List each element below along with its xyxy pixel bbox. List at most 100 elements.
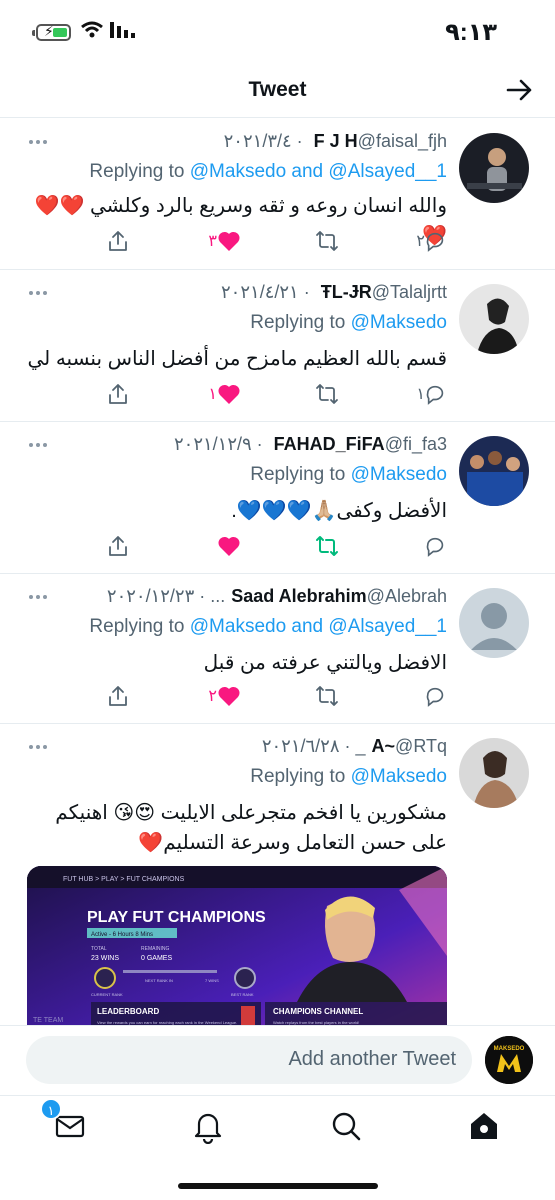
battery-icon: ⚡: [32, 23, 71, 41]
share-button[interactable]: [107, 682, 129, 710]
reply-icon: [426, 687, 444, 707]
display-name[interactable]: A~: [372, 736, 396, 756]
mention-link[interactable]: @Maksedo and @Alsayed__1: [190, 161, 447, 182]
tweet-media-image[interactable]: FUT HUB > PLAY > FUT CHAMPIONS PLAY FUT …: [27, 866, 447, 1025]
retweet-button[interactable]: [315, 227, 339, 255]
avatar[interactable]: [459, 588, 529, 658]
reply-button[interactable]: ٢: [410, 227, 447, 255]
media-team: TE TEAM: [33, 1017, 63, 1024]
tweet-reply[interactable]: A~@RTq_ · ٢٠٢١/٦/٢٨ Replying to @Maksedo…: [0, 724, 555, 1025]
reply-input[interactable]: Add another Tweet: [26, 1036, 472, 1084]
media-best-rank: BEST RANK: [231, 992, 254, 997]
tab-home[interactable]: [466, 1108, 502, 1144]
tweet-actions: [96, 532, 447, 560]
mention-link[interactable]: @Maksedo: [351, 464, 447, 485]
back-arrow-icon[interactable]: [505, 76, 533, 104]
search-icon: [332, 1112, 361, 1141]
display-name[interactable]: Saad Alebrahim: [231, 586, 366, 606]
heart-icon: [218, 384, 240, 404]
more-options-icon[interactable]: [28, 744, 48, 750]
retweet-icon: [316, 536, 338, 556]
tweet-meta: ŦL-ɈR@Talaljrtt · ٢٠٢١/٤/٢١: [221, 282, 447, 302]
mention-link[interactable]: @Maksedo: [351, 766, 447, 787]
replying-label: Replying to: [250, 312, 351, 333]
own-avatar[interactable]: MAKSEDO: [485, 1036, 533, 1084]
tweet-reply[interactable]: F J H@faisal_fjh · ٢٠٢١/٣/٤ Replying to …: [0, 119, 555, 270]
tweet-meta: Saad Alebrahim@Alebrah... · ٢٠٢٠/١٢/٢٣: [106, 586, 447, 606]
display-name[interactable]: F J H: [314, 131, 358, 151]
more-options-icon[interactable]: [28, 442, 48, 448]
share-button[interactable]: [107, 227, 129, 255]
handle[interactable]: @Talaljrtt: [372, 282, 447, 302]
media-remaining-value: 0 GAMES: [141, 955, 172, 962]
display-name[interactable]: ŦL-ɈR: [321, 282, 372, 302]
avatar[interactable]: [459, 738, 529, 808]
like-button[interactable]: ٢: [202, 682, 241, 710]
display-name[interactable]: FAHAD_FiFA: [274, 434, 385, 454]
tweet-text: مشكورين يا افخم متجرعلى الايليت 😍😘 اهنيك…: [55, 802, 447, 854]
home-icon: [471, 1113, 497, 1139]
tweet-reply[interactable]: FAHAD_FiFA@fi_fa3 · ٢٠٢١/١٢/٩ Replying t…: [0, 422, 555, 574]
home-indicator: [178, 1183, 378, 1189]
tweet-text: الافضل ويالتني عرفته من قبل: [203, 652, 447, 674]
tab-search[interactable]: [328, 1108, 364, 1144]
share-icon: [109, 231, 127, 251]
compose-bar: Add another Tweet MAKSEDO: [0, 1025, 555, 1095]
reply-button[interactable]: ١: [410, 380, 447, 408]
avatar[interactable]: [459, 436, 529, 506]
avatar[interactable]: [459, 133, 529, 203]
reply-button[interactable]: [419, 682, 447, 710]
share-button[interactable]: [107, 532, 129, 560]
avatar[interactable]: [459, 284, 529, 354]
replying-label: Replying to: [250, 766, 351, 787]
retweet-button[interactable]: [315, 532, 339, 560]
retweet-icon: [316, 231, 338, 251]
reply-icon: [426, 385, 444, 405]
media-current-rank: CURRENT RANK: [91, 992, 123, 997]
tweet-date: ٢٠٢١/٦/٢٨: [261, 736, 340, 756]
tweet-date: ٢٠٢١/١٢/٩: [173, 434, 252, 454]
like-count: ٣: [208, 233, 217, 250]
tweet-reply[interactable]: ŦL-ɈR@Talaljrtt · ٢٠٢١/٤/٢١ Replying to …: [0, 270, 555, 422]
like-button[interactable]: ١: [202, 380, 241, 408]
handle[interactable]: @faisal_fjh: [358, 131, 447, 151]
heart-icon: [218, 686, 240, 706]
retweet-icon: [316, 384, 338, 404]
tweet-actions: ٢ ٣: [96, 227, 447, 255]
tweet-meta: A~@RTq_ · ٢٠٢١/٦/٢٨: [261, 736, 447, 756]
replying-to: Replying to @Maksedo: [250, 464, 447, 486]
tab-notifications[interactable]: [190, 1108, 226, 1145]
media-wins-needed: 7 WINS: [205, 978, 219, 983]
handle[interactable]: @fi_fa3: [385, 434, 447, 454]
more-options-icon[interactable]: [28, 139, 48, 145]
more-options-icon[interactable]: [28, 290, 48, 296]
replying-to: Replying to @Maksedo and @Alsayed__1: [89, 616, 447, 638]
replying-label: Replying to: [89, 616, 190, 637]
media-breadcrumb: FUT HUB > PLAY > FUT CHAMPIONS: [63, 876, 185, 883]
tweet-date: ٢٠٢١/٤/٢١: [221, 282, 299, 302]
mention-link[interactable]: @Maksedo and @Alsayed__1: [190, 616, 447, 637]
like-button[interactable]: ٣: [202, 227, 241, 255]
tweet-actions: ١ ١: [96, 380, 447, 408]
status-bar: ⚡ ٩:١٣: [0, 0, 555, 60]
wifi-icon: [81, 21, 103, 38]
page-title: Tweet: [248, 78, 307, 101]
bell-icon: [194, 1113, 222, 1145]
reply-icon: [426, 537, 444, 557]
like-button[interactable]: [211, 532, 241, 560]
tweet-reply[interactable]: Saad Alebrahim@Alebrah... · ٢٠٢٠/١٢/٢٣ R…: [0, 574, 555, 724]
tweet-text: قسم بالله العظيم مامزح من أفضل الناس بنس…: [27, 348, 447, 370]
tweet-meta: FAHAD_FiFA@fi_fa3 · ٢٠٢١/١٢/٩: [173, 434, 447, 454]
replying-label: Replying to: [89, 161, 190, 182]
handle[interactable]: @RTq_: [356, 736, 447, 756]
retweet-button[interactable]: [315, 380, 339, 408]
more-options-icon[interactable]: [28, 594, 48, 600]
replying-to: Replying to @Maksedo: [250, 312, 447, 334]
replying-to: Replying to @Maksedo: [250, 766, 447, 788]
replying-label: Replying to: [250, 464, 351, 485]
reply-button[interactable]: [419, 532, 447, 560]
retweet-button[interactable]: [315, 682, 339, 710]
tab-messages[interactable]: ١: [40, 1098, 88, 1144]
mention-link[interactable]: @Maksedo: [351, 312, 447, 333]
share-button[interactable]: [107, 380, 129, 408]
